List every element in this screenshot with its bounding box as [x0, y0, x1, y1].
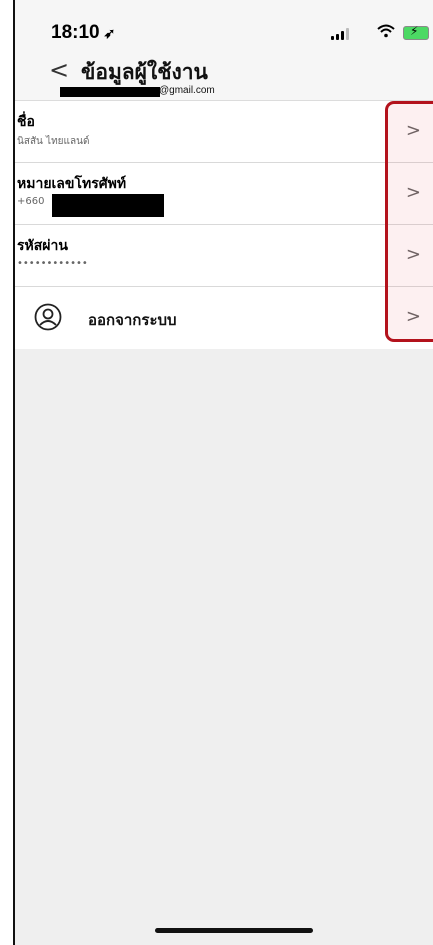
status-time: 18:10 ➶: [51, 22, 115, 44]
phone-value: +660: [17, 196, 45, 207]
phone-redaction: [52, 194, 164, 217]
password-label: รหัสผ่าน: [17, 238, 68, 254]
status-time-text: 18:10: [51, 22, 100, 43]
header: 18:10 ➶ ⚡ < ข้อมูลผู้ใช้งาน @gmail.com: [15, 0, 433, 101]
home-indicator[interactable]: [155, 928, 313, 933]
phone-label: หมายเลขโทรศัพท์: [17, 176, 127, 192]
chevron-highlight-box: [385, 101, 433, 342]
user-circle-icon: [34, 303, 62, 331]
password-value: ••••••••••••: [17, 258, 88, 269]
logout-label: ออกจากระบบ: [88, 311, 177, 329]
list-item-name[interactable]: ชื่อ นิสสัน ไทยแลนด์ >: [15, 101, 433, 163]
list-item-password[interactable]: รหัสผ่าน •••••••••••• >: [15, 225, 433, 287]
list-item-phone[interactable]: หมายเลขโทรศัพท์ +660 >: [15, 163, 433, 225]
wifi-icon: [377, 24, 395, 42]
battery-charging-icon: ⚡: [403, 24, 429, 40]
account-settings-list: ชื่อ นิสสัน ไทยแลนด์ > หมายเลขโทรศัพท์ +…: [15, 101, 433, 349]
location-arrow-icon: ➶: [103, 25, 116, 41]
email-suffix: @gmail.com: [159, 85, 215, 96]
list-item-logout[interactable]: ออกจากระบบ >: [15, 287, 433, 349]
phone-screen: 18:10 ➶ ⚡ < ข้อมูลผู้ใช้งาน @gmail.com ช…: [13, 0, 433, 945]
back-button[interactable]: <: [49, 58, 69, 82]
email-redaction: [60, 87, 160, 97]
name-label: ชื่อ: [17, 114, 35, 130]
name-value: นิสสัน ไทยแลนด์: [17, 136, 90, 147]
